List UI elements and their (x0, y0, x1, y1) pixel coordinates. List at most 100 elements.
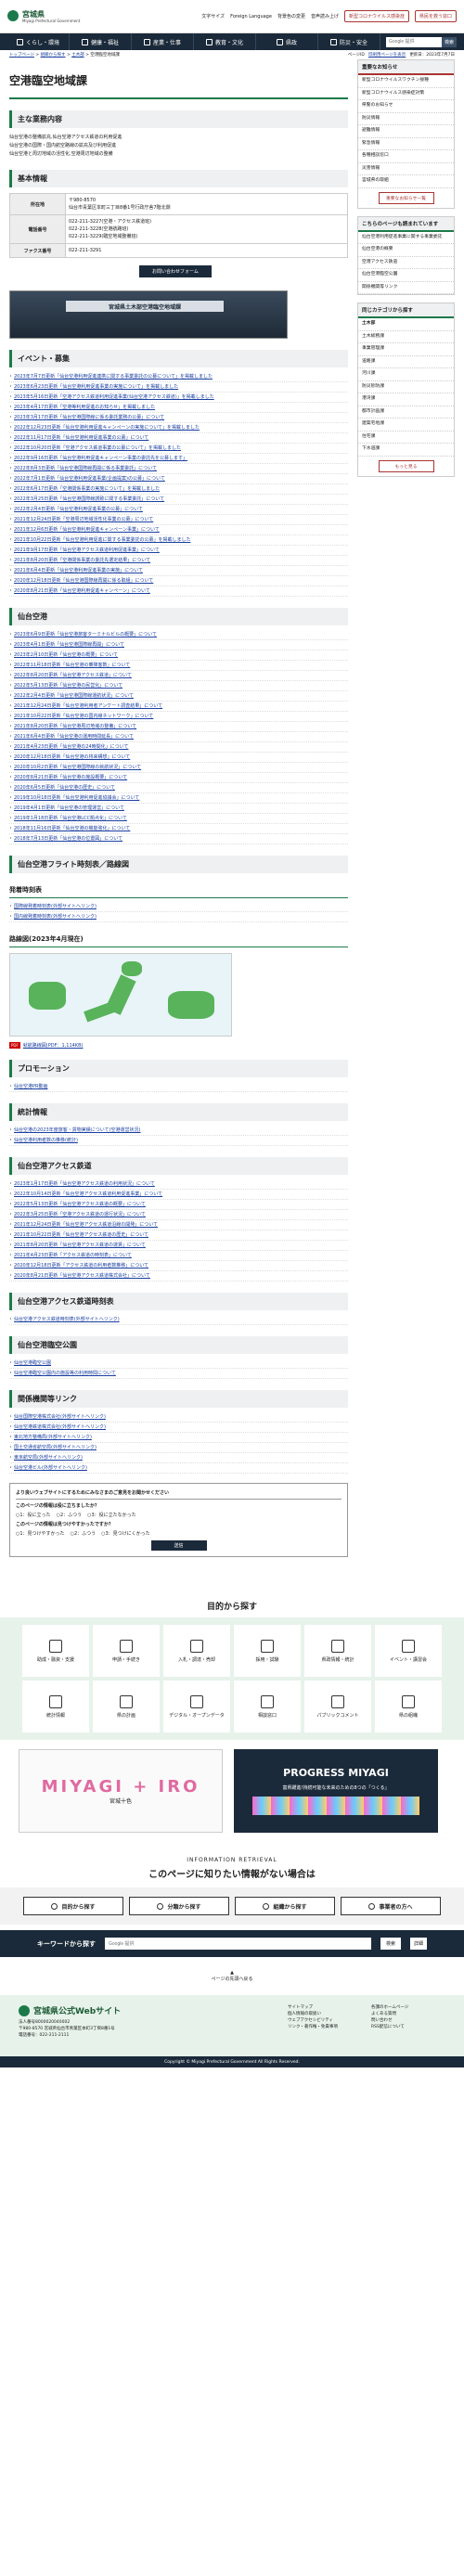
keyword-input[interactable] (105, 1938, 371, 1950)
survey-radio[interactable]: ○1：役に立った (16, 1512, 51, 1518)
airport-link[interactable]: 2019年10月18日更新「仙台空港利用促進協議会」について (14, 795, 139, 801)
rail-link[interactable]: 2020年12月18日更新「アクセス鉄道の利用者数推移」について (14, 1263, 148, 1269)
footer-link[interactable]: 各課のホームページ (371, 2004, 445, 2011)
also-read-link[interactable]: 仙台空港利用促進事業に関する事業委託 (358, 232, 454, 244)
notice-list-button[interactable]: 重要なお知らせ一覧 (378, 191, 434, 204)
nav-item-industry[interactable]: 産業・仕事 (132, 33, 194, 50)
category-link[interactable]: 事業管理課 (358, 343, 454, 356)
rail-link[interactable]: 2021年12月24日更新「仙台空港アクセス鉄道沿線の開発」について (14, 1222, 158, 1228)
keyword-detail-button[interactable]: 詳細 (409, 1938, 427, 1950)
event-link[interactable]: 2022年11月17日更新「仙台空港利用促進事業の公募」について (14, 435, 148, 441)
related-link[interactable]: 東北地方整備局(外部サイトへリンク) (14, 1435, 92, 1440)
route-map-pdf-link[interactable]: 就航路線図(PDF：1,114KB) (23, 1043, 84, 1049)
event-link[interactable]: 2021年6月4日更新「仙台空港利用促進事業の実施」について (14, 568, 143, 573)
footer-link[interactable]: ウェブアクセシビリティ (288, 2017, 362, 2024)
airport-link[interactable]: 2021年4月23日更新「仙台空港の24時間化」について (14, 744, 128, 750)
survey-radio[interactable]: ○3：役に立たなかった (87, 1512, 136, 1518)
rail-link[interactable]: 2020年8月21日更新「仙台空港アクセス鉄道株式会社」について (14, 1273, 150, 1279)
category-link[interactable]: 建築宅地課 (358, 419, 454, 431)
related-link[interactable]: 仙台空港ビル(外部サイトへリンク) (14, 1465, 87, 1471)
airport-link[interactable]: 2018年11月16日更新「仙台空港の機能強化」について (14, 826, 130, 831)
nav-search-button[interactable]: 検索 (442, 36, 457, 47)
event-link[interactable]: 2022年12月23日更新「仙台空港利用促進キャンペーンの実施について」を掲載し… (14, 425, 200, 431)
purpose-tile[interactable]: イベント・講習会 (375, 1625, 442, 1677)
rail-link[interactable]: 2022年3月25日更新「空港アクセス鉄道の運行状況」について (14, 1212, 146, 1217)
category-link[interactable]: 都市計画課 (358, 406, 454, 419)
related-link[interactable]: 国土交通省航空局(外部サイトへリンク) (14, 1445, 97, 1450)
site-logo[interactable]: 宮城県 Miyagi Prefectural Government (7, 9, 80, 23)
footer-link[interactable]: RSS配信について (371, 2024, 445, 2030)
promo-video-link[interactable]: 仙台空港PR動画 (14, 1084, 48, 1089)
event-link[interactable]: 2021年10月22日更新「仙台空港利用促進に関する事業委託の公募」を掲載しまし… (14, 537, 190, 543)
font-size-link[interactable]: 文字サイズ (201, 13, 225, 19)
nav-item-health[interactable]: 健康・福祉 (70, 33, 132, 50)
breadcrumb-item[interactable]: 土木部 (71, 53, 84, 58)
contact-form-button[interactable]: お問い合わせフォーム (139, 265, 212, 277)
purpose-tile[interactable]: 県の組織 (375, 1681, 442, 1732)
notice-link[interactable]: 災害情報 (358, 163, 454, 175)
more-button[interactable]: もっと見る (378, 459, 434, 472)
airport-link[interactable]: 2022年8月20日更新「仙台空港アクセス鉄道」について (14, 673, 132, 678)
notice-link[interactable]: 避難情報 (358, 125, 454, 138)
notice-link[interactable]: 宮城県の取組 (358, 175, 454, 188)
rail-link[interactable]: 2021年4月23日更新「アクセス鉄道の時刻表」について (14, 1253, 132, 1258)
event-link[interactable]: 2022年9月16日更新「仙台空港利用促進キャンペーン事業の委託先を公募します」 (14, 456, 187, 461)
rail-link[interactable]: 2023年1月17日更新「仙台空港アクセス鉄道の利用状況」について (14, 1181, 155, 1187)
nav-item-prefgov[interactable]: 県政 (256, 33, 318, 50)
purpose-tile[interactable]: 申請・手続き (93, 1625, 160, 1677)
event-link[interactable]: 2022年8月3日更新「仙台空港国際線再開に係る事業委託」について (14, 466, 157, 471)
timetable-link[interactable]: 国際線発着時刻表(外部サイトへリンク) (14, 904, 97, 909)
nav-item-education[interactable]: 教育・文化 (194, 33, 256, 50)
event-link[interactable]: 2022年10月20日更新「空港アクセス鉄道事業の公募について」を掲載しました (14, 445, 181, 451)
park-link[interactable]: 仙台空港臨空公園内の施設等の利用時間について (14, 1371, 116, 1376)
category-dept[interactable]: 土木部 (358, 318, 454, 331)
purpose-tile[interactable]: 県政情報・統計 (304, 1625, 371, 1677)
airport-link[interactable]: 2021年6月4日更新「仙台空港の運用時間延長」について (14, 734, 134, 740)
notice-link[interactable]: 防災情報 (358, 113, 454, 125)
search-by-org-button[interactable]: 組織から探す (235, 1897, 335, 1915)
category-link[interactable]: 住宅課 (358, 431, 454, 444)
related-link[interactable]: 仙台空港鉄道株式会社(外部サイトへリンク) (14, 1424, 106, 1430)
also-read-link[interactable]: 仙台空港臨空公園 (358, 269, 454, 282)
also-read-link[interactable]: 関係機関等リンク (358, 282, 454, 294)
event-link[interactable]: 2023年3月17日更新「仙台空港国際線に係る委託業務の公募」について (14, 415, 164, 420)
rail-link[interactable]: 2021年8月20日更新「仙台空港アクセス鉄道の運賃」について (14, 1243, 146, 1248)
survey-submit-button[interactable]: 送信 (150, 1540, 207, 1551)
airport-link[interactable]: 2020年10月2日更新「仙台空港国際線の就航状況」について (14, 765, 141, 770)
purpose-tile[interactable]: 県の計画 (93, 1681, 160, 1732)
notice-link[interactable]: 緊急情報 (358, 138, 454, 150)
event-link[interactable]: 2020年12月18日更新「仙台空港国際線再開に係る取組」について (14, 578, 153, 584)
event-link[interactable]: 2023年6月23日更新「仙台空港利用促進事業の実施について」を掲載しました (14, 384, 178, 390)
purpose-tile[interactable]: 助成・融資・支援 (22, 1625, 89, 1677)
footer-link[interactable]: リンク・著作権・免責事項 (288, 2024, 362, 2030)
park-link[interactable]: 仙台空港臨空公園 (14, 1360, 51, 1366)
rail-timetable-link[interactable]: 仙台空港アクセス鉄道時刻表(外部サイトへリンク) (14, 1317, 120, 1322)
back-to-top[interactable]: ▲ ページの先頭へ戻る (0, 1970, 464, 1982)
footer-link[interactable]: よくある質問 (371, 2011, 445, 2017)
breadcrumb-item[interactable]: 組織から探す (41, 53, 66, 58)
purpose-tile[interactable]: 入札・調達・売却 (163, 1625, 230, 1677)
airport-link[interactable]: 2023年6月9日更新「仙台空港旅客ターミナルビルの概要」について (14, 632, 157, 638)
purpose-tile[interactable]: 相談窓口 (234, 1681, 301, 1732)
airport-link[interactable]: 2020年12月18日更新「仙台空港の将来構想」について (14, 754, 130, 760)
survey-radio[interactable]: ○2：ふつう (71, 1530, 97, 1537)
footer-link[interactable]: サイトマップ (288, 2004, 362, 2011)
event-link[interactable]: 2021年9月17日更新「仙台空港アクセス鉄道利用促進事業」について (14, 547, 160, 553)
airport-link[interactable]: 2021年8月20日更新「仙台空港周辺地域の整備」について (14, 724, 136, 729)
purpose-tile[interactable]: 採用・試験 (234, 1625, 301, 1677)
nav-search-input[interactable] (386, 36, 442, 47)
event-link[interactable]: 2021年12月24日更新「空港周辺地域活性化事業の公募」について (14, 517, 153, 522)
event-link[interactable]: 2022年2月4日更新「仙台空港利用促進事業の公募」について (14, 507, 143, 512)
event-link[interactable]: 2020年8月21日更新「仙台空港利用促進キャンペーン」について (14, 588, 150, 594)
airport-link[interactable]: 2022年2月4日更新「仙台空港国際線運航状況」について (14, 693, 134, 699)
survey-radio[interactable]: ○2：ふつう (57, 1512, 83, 1518)
category-link[interactable]: 土木総務課 (358, 331, 454, 343)
stats-link[interactable]: 仙台空港利用者数の推移(統計) (14, 1138, 78, 1143)
airport-link[interactable]: 2020年6月5日更新「仙台空港の歴史」について (14, 785, 115, 791)
rail-link[interactable]: 2022年10月14日更新「仙台空港アクセス鉄道利用促進事業」について (14, 1191, 162, 1197)
route-map[interactable] (9, 953, 232, 1037)
notice-link[interactable]: 各種相談窓口 (358, 150, 454, 163)
category-link[interactable]: 道路課 (358, 356, 454, 368)
timetable-link[interactable]: 国内線発着時刻表(外部サイトへリンク) (14, 914, 97, 920)
related-link[interactable]: 仙台国際空港株式会社(外部サイトへリンク) (14, 1414, 106, 1420)
